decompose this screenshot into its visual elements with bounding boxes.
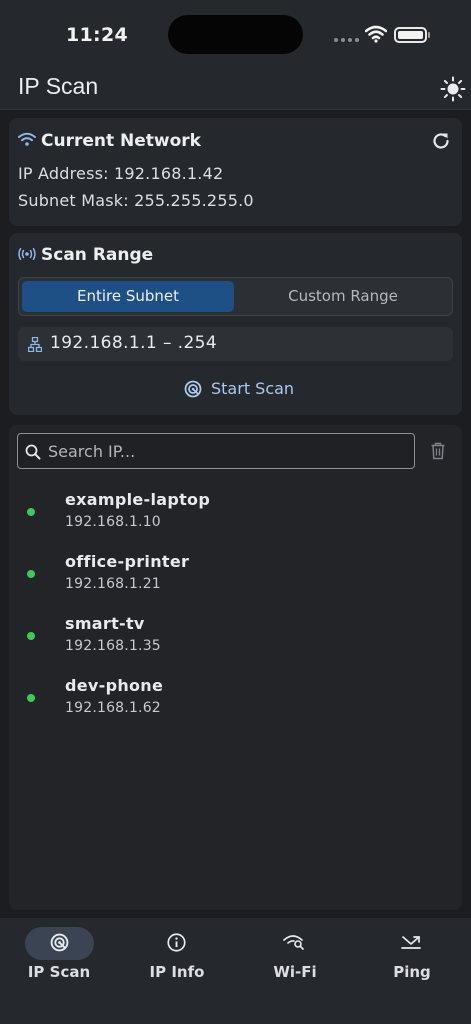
bottom-navigation: IP Scan IP Info Wi-Fi Ping	[0, 918, 471, 1024]
scan-results-card: example-laptop 192.168.1.10 office-print…	[9, 425, 462, 910]
subnet-mask-text: Subnet Mask: 255.255.255.0	[18, 191, 254, 210]
ip-address-text: IP Address: 192.168.1.42	[18, 164, 224, 183]
wifi-icon	[18, 132, 36, 146]
device-list-item[interactable]: office-printer 192.168.1.21	[9, 550, 462, 606]
nav-label: Wi-Fi	[273, 963, 317, 981]
scan-range-title: Scan Range	[41, 245, 154, 265]
device-name: smart-tv	[65, 614, 145, 633]
battery-icon	[394, 27, 430, 43]
sun-icon[interactable]	[440, 76, 466, 102]
current-network-card: Current Network IP Address: 192.168.1.42…	[9, 118, 462, 226]
range-display: 192.168.1.1 – .254	[18, 327, 453, 361]
device-ip: 192.168.1.10	[65, 514, 161, 530]
network-tree-icon	[28, 337, 42, 352]
scan-mode-toggle: Entire Subnet Custom Range	[18, 277, 453, 316]
network-title: Current Network	[41, 131, 201, 151]
scan-range-card: Scan Range Entire Subnet Custom Range 19…	[9, 233, 462, 415]
nav-label: IP Scan	[27, 963, 91, 981]
nav-item-ip-scan[interactable]: IP Scan	[0, 918, 118, 998]
status-bar: 11:24	[0, 0, 471, 68]
broadcast-icon	[18, 248, 36, 260]
search-field[interactable]	[17, 433, 415, 469]
app-bar: IP Scan	[0, 68, 471, 110]
device-name: office-printer	[65, 552, 190, 571]
entire-subnet-option[interactable]: Entire Subnet	[22, 281, 234, 312]
range-text: 192.168.1.1 – .254	[50, 333, 218, 353]
search-input[interactable]	[48, 434, 408, 468]
nav-item-ip-info[interactable]: IP Info	[118, 918, 236, 998]
online-status-dot	[27, 508, 35, 516]
search-icon	[25, 444, 41, 460]
device-ip: 192.168.1.35	[65, 638, 161, 654]
cellular-signal-icon	[334, 38, 359, 42]
nav-label: IP Info	[149, 963, 205, 981]
device-ip: 192.168.1.21	[65, 576, 161, 592]
page-title: IP Scan	[18, 73, 99, 99]
online-status-dot	[27, 570, 35, 578]
trash-icon[interactable]	[430, 442, 446, 460]
device-ip: 192.168.1.62	[65, 700, 161, 716]
nav-label: Ping	[393, 963, 431, 981]
device-name: dev-phone	[65, 676, 164, 695]
refresh-icon[interactable]	[430, 130, 452, 152]
device-list-item[interactable]: smart-tv 192.168.1.35	[9, 612, 462, 668]
start-scan-button[interactable]: Start Scan	[18, 371, 453, 407]
wifi-search-icon	[283, 935, 304, 950]
nav-item-wifi[interactable]: Wi-Fi	[236, 918, 354, 998]
custom-range-option[interactable]: Custom Range	[237, 281, 449, 312]
radar-icon	[50, 933, 69, 952]
info-icon	[167, 933, 186, 952]
device-list-item[interactable]: example-laptop 192.168.1.10	[9, 488, 462, 544]
nav-item-ping[interactable]: Ping	[353, 918, 471, 998]
device-list-item[interactable]: dev-phone 192.168.1.62	[9, 674, 462, 730]
online-status-dot	[27, 632, 35, 640]
dynamic-island	[168, 15, 303, 54]
wifi-signal-icon	[365, 25, 387, 43]
ping-icon	[401, 936, 421, 949]
device-name: example-laptop	[65, 490, 211, 509]
radar-icon	[184, 380, 202, 398]
online-status-dot	[27, 694, 35, 702]
status-time: 11:24	[66, 24, 128, 46]
start-scan-label: Start Scan	[211, 379, 295, 398]
